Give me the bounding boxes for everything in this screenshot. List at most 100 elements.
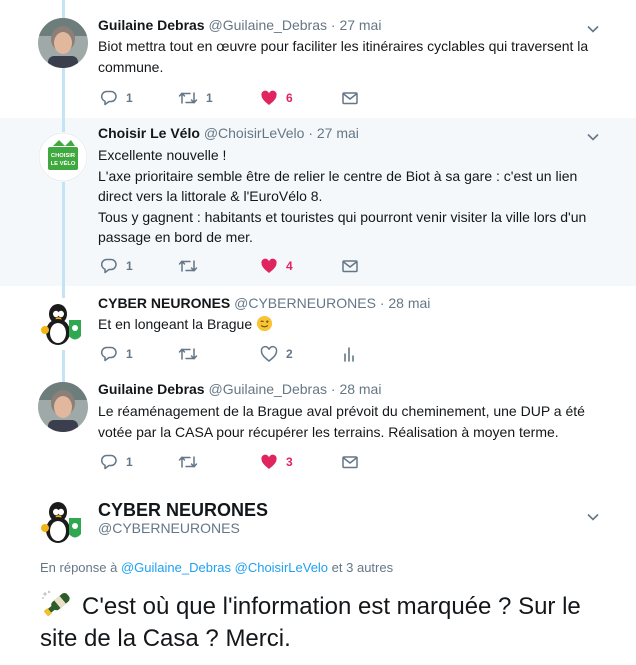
wink-emoji (256, 315, 273, 332)
reply-user-link[interactable]: @Guilaine_Debras (121, 560, 231, 575)
reply-button[interactable]: 1 (100, 452, 133, 472)
avatar[interactable]: CHOISIR LE VÉLO (38, 132, 88, 182)
separator: · (330, 17, 336, 33)
display-name[interactable]: Guilaine Debras (98, 17, 205, 33)
reply-button[interactable]: 1 (100, 256, 133, 276)
focus-user-handle[interactable]: @CYBERNEURONES (98, 519, 240, 537)
tweet-date[interactable]: 28 mai (339, 381, 381, 397)
separator: · (308, 125, 313, 141)
tweet-date[interactable]: 27 mai (317, 125, 359, 141)
tweet-paragraph: L'axe prioritaire semble être de relier … (98, 167, 578, 205)
reply-button[interactable]: 1 (100, 88, 133, 108)
like-button[interactable]: 2 (260, 344, 293, 364)
avatar[interactable] (38, 18, 88, 68)
direct-message-button[interactable] (342, 88, 358, 108)
thread-line (62, 350, 65, 378)
chevron-down-icon[interactable] (586, 130, 600, 144)
retweet-icon (178, 260, 198, 272)
tweet-paragraph: Tous y gagnent : habitants et touristes … (98, 208, 587, 246)
like-icon (260, 345, 278, 362)
reply-count: 1 (126, 91, 133, 105)
thread-line (62, 286, 65, 298)
like-icon (261, 90, 277, 105)
chevron-down-icon[interactable] (586, 510, 600, 524)
retweet-button[interactable] (178, 452, 206, 472)
tweet-4[interactable]: Guilaine Debras @Guilaine_Debras · 28 ma… (0, 378, 636, 488)
user-handle[interactable]: @Guilaine_Debras (208, 381, 327, 397)
tweet-text: Le réaménagement de la Brague aval prévo… (98, 401, 608, 442)
reply-count: 1 (126, 347, 133, 361)
display-name[interactable]: CYBER NEURONES (98, 295, 230, 311)
tweet-paragraph: Le réaménagement de la Brague aval prévo… (98, 403, 585, 440)
tweet-header: Choisir Le Vélo @ChoisirLeVelo · 27 mai (98, 124, 359, 143)
like-button[interactable]: 3 (260, 452, 293, 472)
display-name[interactable]: Choisir Le Vélo (98, 125, 200, 141)
tweet-header: CYBER NEURONES @CYBERNEURONES · 28 mai (98, 294, 430, 313)
direct-message-button[interactable] (342, 256, 358, 276)
tweet-date[interactable]: 27 mai (339, 17, 381, 33)
tweet-1[interactable]: Guilaine Debras @Guilaine_Debras · 27 ma… (0, 0, 636, 118)
user-handle[interactable]: @Guilaine_Debras (208, 17, 327, 33)
like-count: 6 (286, 91, 293, 105)
focus-display-name[interactable]: CYBER NEURONES (98, 499, 268, 521)
tweet-text-content: Et en longeant la Brague (98, 316, 253, 332)
tweet-actions: 1 3 (100, 452, 370, 472)
direct-message-icon (342, 260, 358, 273)
focus-tweet-text: C'est où que l'information est marquée ?… (40, 590, 620, 655)
reply-button[interactable]: 1 (100, 344, 133, 364)
reply-others[interactable]: et 3 autres (332, 560, 393, 575)
like-count: 3 (286, 455, 293, 469)
reply-icon (100, 346, 117, 362)
focus-tweet-content: C'est où que l'information est marquée ?… (40, 593, 581, 652)
retweet-button[interactable] (178, 344, 206, 364)
reply-user-link[interactable]: @ChoisirLeVelo (235, 560, 328, 575)
logo-text: CHOISIR (51, 153, 76, 159)
user-handle[interactable]: @ChoisirLeVelo (204, 125, 305, 141)
tweet-header: Guilaine Debras @Guilaine_Debras · 27 ma… (98, 16, 381, 35)
tweet-actions: 1 1 6 (100, 88, 370, 108)
logo-text: LE VÉLO (51, 159, 76, 167)
avatar[interactable] (38, 382, 88, 432)
avatar[interactable] (38, 298, 88, 348)
thread-line (62, 66, 65, 118)
tweet-text: Et en longeant la Brague (98, 314, 608, 335)
retweet-count: 1 (206, 91, 213, 105)
analytics-icon (344, 347, 354, 362)
reply-prefix: En réponse à (40, 560, 118, 575)
tweet-actions: 1 2 (100, 344, 370, 364)
direct-message-button[interactable] (342, 452, 358, 472)
tweet-paragraph: Excellente nouvelle ! (98, 147, 227, 163)
tweet-text: Excellente nouvelle ! L'axe prioritaire … (98, 145, 608, 248)
reply-icon (100, 258, 117, 274)
separator: · (379, 295, 385, 311)
like-icon (261, 454, 277, 469)
champagne-emoji (42, 590, 70, 617)
tweet-text: Biot mettra tout en œuvre pour faciliter… (98, 36, 608, 77)
avatar[interactable] (38, 496, 88, 546)
retweet-button[interactable]: 1 (178, 88, 213, 108)
reply-context: En réponse à @Guilaine_Debras @ChoisirLe… (40, 560, 393, 576)
retweet-icon (178, 456, 198, 468)
reply-icon (100, 90, 117, 106)
tweet-2[interactable]: CHOISIR LE VÉLO Choisir Le Vélo @Choisir… (0, 118, 636, 286)
tweet-paragraph: Biot mettra tout en œuvre pour faciliter… (98, 38, 589, 75)
like-count: 2 (286, 347, 293, 361)
chevron-down-icon[interactable] (586, 22, 600, 36)
like-count: 4 (286, 259, 293, 273)
tweet-header: Guilaine Debras @Guilaine_Debras · 28 ma… (98, 380, 381, 399)
like-button[interactable]: 4 (260, 256, 293, 276)
tweet-paragraph: Et en longeant la Brague (98, 314, 608, 335)
separator: · (330, 381, 336, 397)
tweet-date[interactable]: 28 mai (388, 295, 430, 311)
thread-line (62, 182, 65, 286)
analytics-button[interactable] (342, 344, 356, 364)
retweet-button[interactable] (178, 256, 206, 276)
display-name[interactable]: Guilaine Debras (98, 381, 205, 397)
like-icon (261, 258, 277, 273)
tweet-actions: 1 4 (100, 256, 370, 276)
user-handle[interactable]: @CYBERNEURONES (234, 295, 376, 311)
like-button[interactable]: 6 (260, 88, 293, 108)
reply-count: 1 (126, 455, 133, 469)
thread-line (62, 0, 65, 20)
tweet-3[interactable]: CYBER NEURONES @CYBERNEURONES · 28 mai E… (0, 286, 636, 378)
